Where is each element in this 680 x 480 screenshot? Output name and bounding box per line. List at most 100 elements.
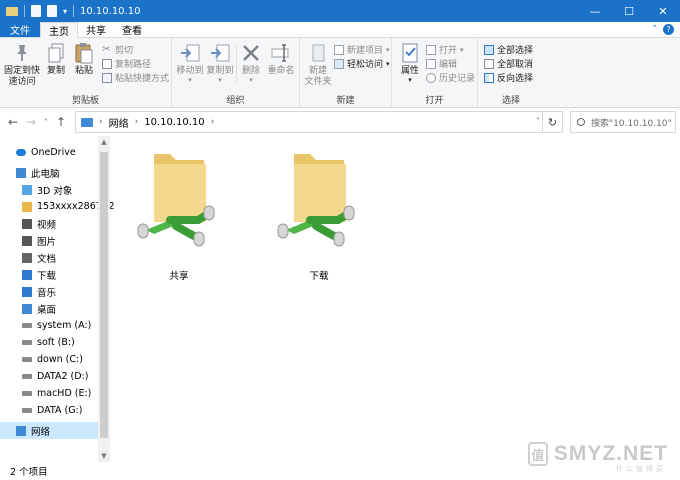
edit-button[interactable]: 编辑 [426, 57, 457, 70]
properties-icon[interactable] [31, 5, 41, 17]
nav-item[interactable]: 网络 [0, 422, 98, 439]
watermark: 值 SMYZ.NET 什么值得买 [527, 442, 668, 473]
nav-item-label: 此电脑 [31, 168, 60, 180]
chevron-right-icon[interactable]: › [135, 117, 139, 127]
easy-access-button[interactable]: 轻松访问 ▾ [334, 57, 390, 70]
arrow-left-icon: ← [7, 115, 19, 129]
nav-scrollbar[interactable]: ▲ ▼ [98, 136, 110, 462]
nav-item[interactable]: 桌面 [0, 300, 56, 317]
search-input[interactable]: 搜索"10.10.10.10" [570, 111, 676, 133]
nav-item-label: macHD (E:) [37, 388, 92, 399]
new-folder-button[interactable]: 新建 文件夹 [304, 42, 332, 88]
nav-item[interactable]: DATA2 (D:) [0, 368, 88, 385]
select-all-button[interactable]: 全部选择 [484, 43, 533, 56]
nav-item-label: DATA2 (D:) [37, 371, 89, 382]
recent-locations-button[interactable]: ˅ [40, 118, 52, 127]
properties-icon [399, 42, 421, 64]
up-button[interactable]: ↑ [52, 115, 70, 129]
breadcrumb-host[interactable]: 10.10.10.10 [144, 117, 204, 128]
organize-group-label: 组织 [226, 96, 245, 106]
chevron-down-icon[interactable]: ˅ [653, 25, 658, 35]
clipboard-group: 固定到快 速访问 复制 粘贴 ✂ 剪切 复制路径 粘贴快捷方式 剪贴板 [0, 38, 172, 108]
nav-item[interactable]: down (C:) [0, 351, 83, 368]
folder-item[interactable]: 共享 [124, 144, 234, 282]
select-none-icon [484, 58, 494, 69]
chevron-down-icon[interactable]: ˅ [536, 117, 540, 126]
organize-group: 移动到 ▾ 复制到 ▾ 删除 ▾ 重命名 组织 [172, 38, 300, 108]
rename-button[interactable]: 重命名 [266, 42, 296, 77]
breadcrumb-network[interactable]: 网络 [109, 115, 129, 130]
help-icon[interactable]: ? [663, 24, 674, 35]
new-folder-icon[interactable] [47, 5, 57, 17]
folder-icon[interactable] [6, 6, 18, 16]
history-button[interactable]: 历史记录 [426, 71, 475, 84]
tab-share[interactable]: 共享 [78, 22, 114, 37]
nav-item[interactable]: 文档 [0, 249, 56, 266]
copy-to-icon [209, 42, 231, 64]
chevron-down-icon: ▾ [386, 45, 390, 54]
open-group: 属性 ▾ 打开 ▾ 编辑 历史记录 打开 [392, 38, 478, 108]
new-item-button[interactable]: 新建项目 ▾ [334, 43, 390, 56]
paste-shortcut-button[interactable]: 粘贴快捷方式 [102, 71, 169, 84]
pin-icon [11, 42, 33, 64]
arrow-up-icon: ↑ [55, 115, 67, 129]
open-button[interactable]: 打开 ▾ [426, 43, 464, 56]
history-icon [426, 72, 436, 83]
move-to-button[interactable]: 移动到 ▾ [176, 42, 204, 84]
documents-icon [22, 252, 32, 263]
scrollbar-thumb[interactable] [100, 152, 108, 438]
nav-item[interactable]: 3D 对象 [0, 181, 72, 198]
file-list: 共享 下载 [110, 136, 680, 462]
new-group: 新建 文件夹 新建项目 ▾ 轻松访问 ▾ 新建 [300, 38, 392, 108]
minimize-button[interactable]: — [578, 0, 612, 22]
watermark-subtext: 什么值得买 [616, 466, 666, 473]
nav-item[interactable]: 视频 [0, 215, 56, 232]
nav-item[interactable]: system (A:) [0, 317, 91, 334]
address-bar[interactable]: › 网络 › 10.10.10.10 › ˅ ↻ [75, 111, 563, 133]
chevron-right-icon[interactable]: › [99, 117, 103, 127]
copy-to-button[interactable]: 复制到 ▾ [206, 42, 234, 84]
edit-icon [426, 58, 436, 69]
chevron-down-icon[interactable]: ▾ [63, 7, 67, 16]
pin-quick-access-button[interactable]: 固定到快 速访问 [4, 42, 40, 88]
network-icon [81, 117, 93, 127]
back-button[interactable]: ← [4, 115, 22, 129]
open-label: 打开 [439, 46, 458, 56]
window-title: 10.10.10.10 [80, 5, 141, 17]
arrow-right-icon: → [25, 115, 37, 129]
cut-button[interactable]: ✂ 剪切 [102, 43, 133, 56]
paste-label: 粘贴 [74, 66, 93, 76]
refresh-button[interactable]: ↻ [542, 112, 562, 132]
select-none-button[interactable]: 全部取消 [484, 57, 533, 70]
scroll-down-icon[interactable]: ▼ [98, 452, 110, 460]
nav-item[interactable]: DATA (G:) [0, 402, 82, 419]
nav-item[interactable]: 此电脑 [0, 164, 60, 181]
nav-item[interactable]: 下载 [0, 266, 56, 283]
close-button[interactable]: ✕ [646, 0, 680, 22]
nav-item[interactable]: 图片 [0, 232, 56, 249]
delete-button[interactable]: 删除 ▾ [240, 42, 262, 84]
nav-item[interactable]: macHD (E:) [0, 385, 91, 402]
delete-icon [240, 42, 262, 64]
copy-path-button[interactable]: 复制路径 [102, 57, 151, 70]
paste-button[interactable]: 粘贴 [72, 42, 96, 77]
copy-icon [45, 42, 67, 64]
scroll-up-icon[interactable]: ▲ [98, 138, 110, 146]
tab-file[interactable]: 文件 [0, 22, 40, 37]
history-label: 历史记录 [439, 74, 476, 84]
properties-button[interactable]: 属性 ▾ [396, 42, 424, 84]
navigation-pane: OneDrive 此电脑 3D 对象 153xxxx2867 (2 视频 图片 文档 下载 音乐… [0, 136, 115, 462]
desktop-icon [22, 303, 32, 314]
maximize-button[interactable]: ☐ [612, 0, 646, 22]
tab-view[interactable]: 查看 [114, 22, 150, 37]
copy-button[interactable]: 复制 [44, 42, 68, 77]
tab-home[interactable]: 主页 [40, 22, 78, 38]
nav-item[interactable]: OneDrive [0, 144, 76, 161]
chevron-right-icon[interactable]: › [211, 117, 215, 127]
nav-item[interactable]: 音乐 [0, 283, 56, 300]
forward-button[interactable]: → [22, 115, 40, 129]
invert-selection-button[interactable]: 反向选择 [484, 71, 533, 84]
nav-item[interactable]: soft (B:) [0, 334, 75, 351]
folder-item[interactable]: 下载 [264, 144, 374, 282]
nav-item-label: 图片 [37, 236, 57, 248]
